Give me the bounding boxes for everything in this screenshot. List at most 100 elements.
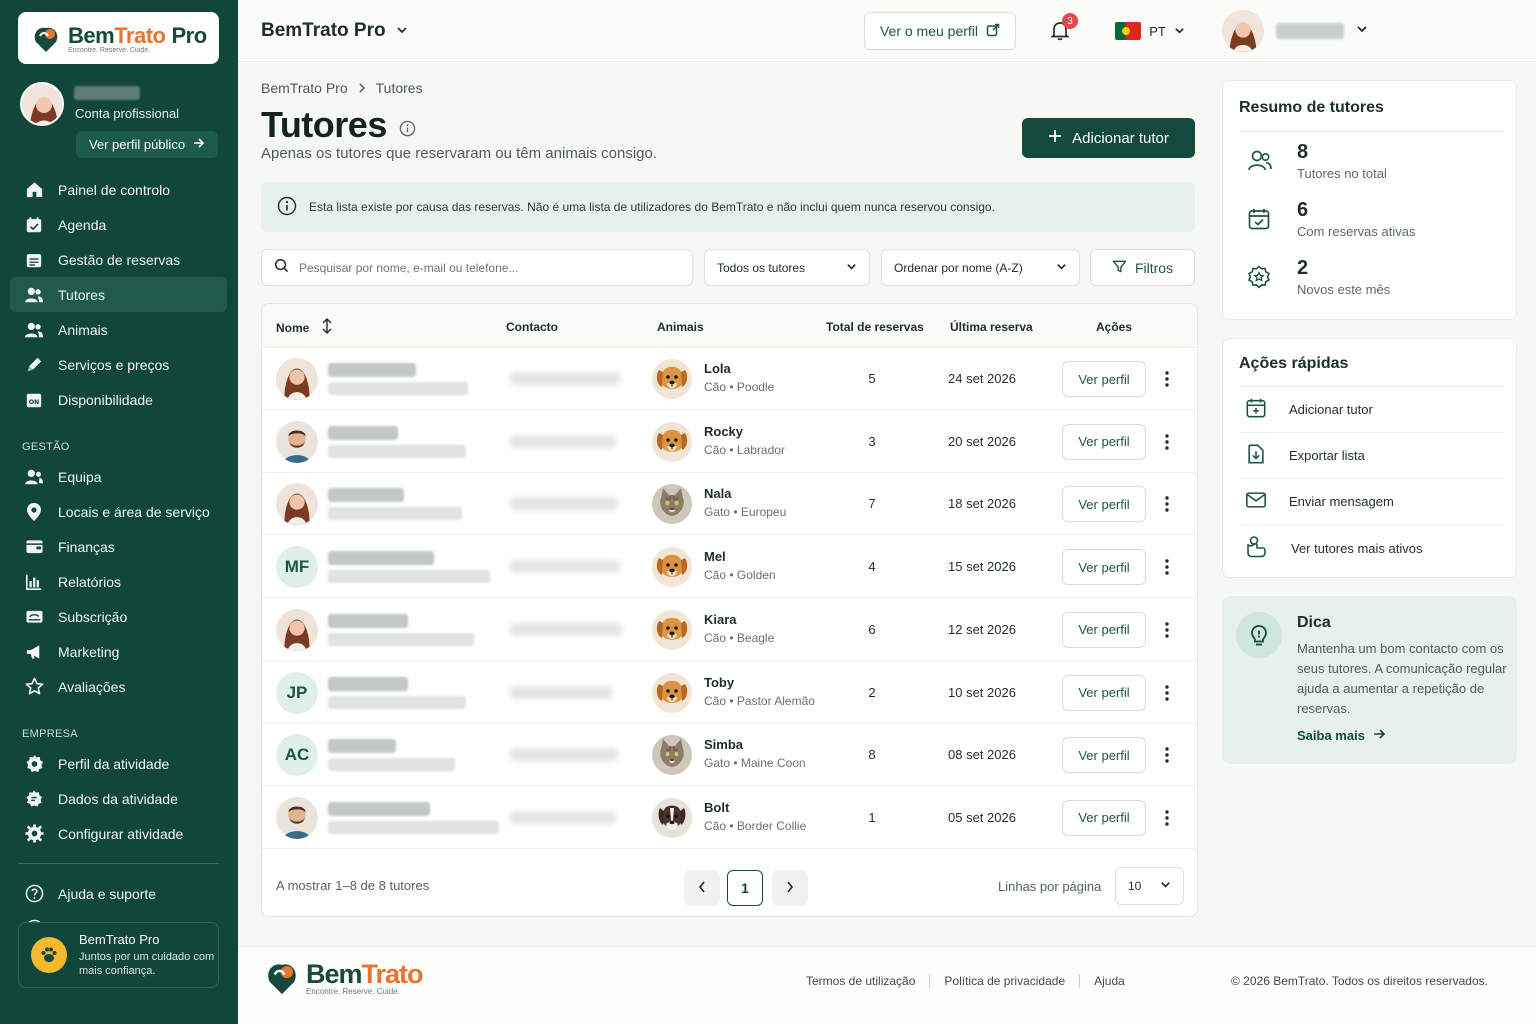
pet-name: Rocky [704, 423, 744, 439]
avatar [276, 420, 318, 463]
chevron-down-icon [1356, 22, 1368, 40]
pet-photo [652, 797, 692, 838]
promo-title: BemTrato Pro [79, 932, 160, 947]
learn-more-link[interactable]: Saiba mais [1297, 728, 1386, 743]
more-actions-icon[interactable] [1157, 367, 1177, 391]
table-header: Nome Contacto Animais Total de reservas … [262, 304, 1197, 348]
more-actions-icon[interactable] [1157, 618, 1177, 642]
workspace-switcher[interactable]: BemTrato Pro [261, 20, 408, 42]
tutor-name-redacted [328, 363, 416, 377]
view-profile-button[interactable]: Ver perfil [1062, 549, 1146, 586]
sidebar-item-locais-e-area-de-servico[interactable]: Locais e área de serviço [10, 494, 227, 529]
sidebar-item-disponibilidade[interactable]: ON Disponibilidade [10, 382, 227, 417]
wallet-icon [24, 537, 44, 557]
pet-name: Simba [704, 737, 744, 753]
stat-label: Novos este mês [1297, 282, 1391, 297]
view-profile-button[interactable]: Ver perfil [1062, 799, 1146, 836]
add-tutor-button[interactable]: Adicionar tutor [1022, 118, 1195, 158]
tutor-filter-select[interactable]: Todos os tutores [704, 249, 870, 286]
view-my-profile-button[interactable]: Ver o meu perfil [864, 12, 1016, 50]
total-bookings: 2 [868, 684, 876, 700]
sidebar-logo[interactable]: BemTrato Pro Encontre. Reserve. Cuide. [18, 12, 219, 64]
avatar[interactable] [20, 82, 64, 126]
view-profile-button[interactable]: Ver perfil [1062, 486, 1146, 523]
pet-photo [652, 484, 692, 525]
info-icon[interactable] [399, 104, 416, 146]
rows-per-page-label: Linhas por página [998, 879, 1102, 894]
info-banner: Esta lista existe por causa das reservas… [261, 182, 1195, 232]
user-menu[interactable] [1222, 10, 1368, 52]
sidebar-item-equipa[interactable]: Equipa [10, 459, 227, 494]
more-actions-icon[interactable] [1157, 681, 1177, 705]
table-row: Lola Cão • Poodle 5 24 set 2026 Ver perf… [262, 348, 1197, 410]
sidebar-item-marketing[interactable]: Marketing [10, 634, 227, 669]
sidebar-item-agenda[interactable]: Agenda [10, 207, 227, 242]
tutor-name-redacted [328, 739, 396, 754]
quick-action-exportar-lista[interactable]: Exportar lista [1239, 433, 1505, 479]
sidebar-item-tutores[interactable]: Tutores [10, 277, 227, 312]
rows-per-page-select[interactable]: 10 [1115, 867, 1184, 905]
view-profile-button[interactable]: Ver perfil [1062, 674, 1146, 711]
more-actions-icon[interactable] [1157, 555, 1177, 579]
breadcrumb-link[interactable]: BemTrato Pro [261, 80, 348, 96]
more-actions-icon[interactable] [1157, 743, 1177, 767]
sidebar-item-financas[interactable]: Finanças [10, 529, 227, 564]
sidebar-item-dados-da-atividade[interactable]: Dados da atividade [10, 781, 227, 816]
sidebar-item-relatorios[interactable]: Relatórios [10, 564, 227, 599]
arrow-right-icon [193, 137, 205, 152]
more-actions-icon[interactable] [1157, 806, 1177, 830]
sidebar-item-label: Locais e área de serviço [58, 503, 210, 520]
view-profile-button[interactable]: Ver perfil [1062, 611, 1146, 648]
privacy-link[interactable]: Política de privacidade [944, 974, 1065, 988]
profile-role: Conta profissional [75, 106, 180, 121]
view-profile-button[interactable]: Ver perfil [1062, 361, 1146, 397]
sidebar-item-avaliacoes[interactable]: Avaliações [10, 669, 227, 704]
sidebar-item-perfil-da-atividade[interactable]: Perfil da atividade [10, 746, 227, 781]
sort-select[interactable]: Ordenar por nome (A-Z) [881, 249, 1080, 286]
tip-card: Dica Mantenha um bom contacto com os seu… [1222, 596, 1517, 764]
calendar-plus-icon [1245, 397, 1267, 422]
total-bookings: 7 [868, 496, 876, 512]
language-selector[interactable]: PT [1104, 12, 1196, 50]
quick-action-ver-tutores-mais-ativos[interactable]: Ver tutores mais ativos [1239, 525, 1505, 571]
footer-logo[interactable]: BemTrato Encontre. Reserve. Cuide. [260, 955, 424, 999]
prev-page-button[interactable] [684, 870, 720, 906]
search-input[interactable] [299, 260, 679, 275]
svg-text:ON: ON [29, 399, 40, 406]
help-link[interactable]: Ajuda [1094, 974, 1125, 988]
user-name-redacted [1276, 23, 1344, 39]
summary-title: Resumo de tutores [1239, 99, 1384, 116]
page-button-current[interactable]: 1 [727, 870, 763, 906]
sidebar-item-label: Relatórios [58, 573, 122, 590]
view-profile-button[interactable]: Ver perfil [1062, 737, 1146, 774]
sidebar-item-configurar-atividade[interactable]: Configurar atividade [10, 816, 227, 851]
search-icon [274, 258, 289, 278]
pet-name: Toby [704, 674, 735, 690]
terms-link[interactable]: Termos de utilização [806, 974, 915, 988]
sidebar-item-painel-de-controlo[interactable]: Painel de controlo [10, 172, 227, 207]
public-profile-button[interactable]: Ver perfil público [76, 131, 218, 158]
filters-button[interactable]: Filtros [1090, 249, 1195, 286]
sidebar-item-ajuda-e-suporte[interactable]: Ajuda e suporte [10, 876, 227, 911]
notifications-button[interactable]: 3 [1048, 13, 1078, 42]
sidebar-item-servicos-e-precos[interactable]: Serviços e preços [10, 347, 227, 382]
column-name[interactable]: Nome [276, 318, 333, 337]
sidebar-item-animais[interactable]: Animais [10, 312, 227, 347]
more-actions-icon[interactable] [1157, 430, 1177, 454]
more-actions-icon[interactable] [1157, 492, 1177, 516]
tutor-name-redacted [328, 488, 404, 503]
column-last: Última reserva [950, 320, 1033, 334]
tutor-email-redacted [328, 570, 490, 584]
next-page-button[interactable] [772, 870, 808, 906]
summary-stat: 2 Novos este mês [1247, 257, 1390, 297]
availability-icon: ON [24, 390, 44, 410]
chevron-down-icon [1160, 879, 1171, 893]
star-badge-icon [1247, 257, 1273, 297]
sidebar-item-gestao-de-reservas[interactable]: Gestão de reservas [10, 242, 227, 277]
quick-action-adicionar-tutor[interactable]: Adicionar tutor [1239, 387, 1505, 433]
tutor-contact-redacted [510, 497, 618, 511]
view-profile-button[interactable]: Ver perfil [1062, 423, 1146, 460]
topbar: BemTrato Pro Ver o meu perfil 3 PT [238, 0, 1536, 62]
sidebar-item-subscricao[interactable]: Subscrição [10, 599, 227, 634]
quick-action-enviar-mensagem[interactable]: Enviar mensagem [1239, 479, 1505, 525]
